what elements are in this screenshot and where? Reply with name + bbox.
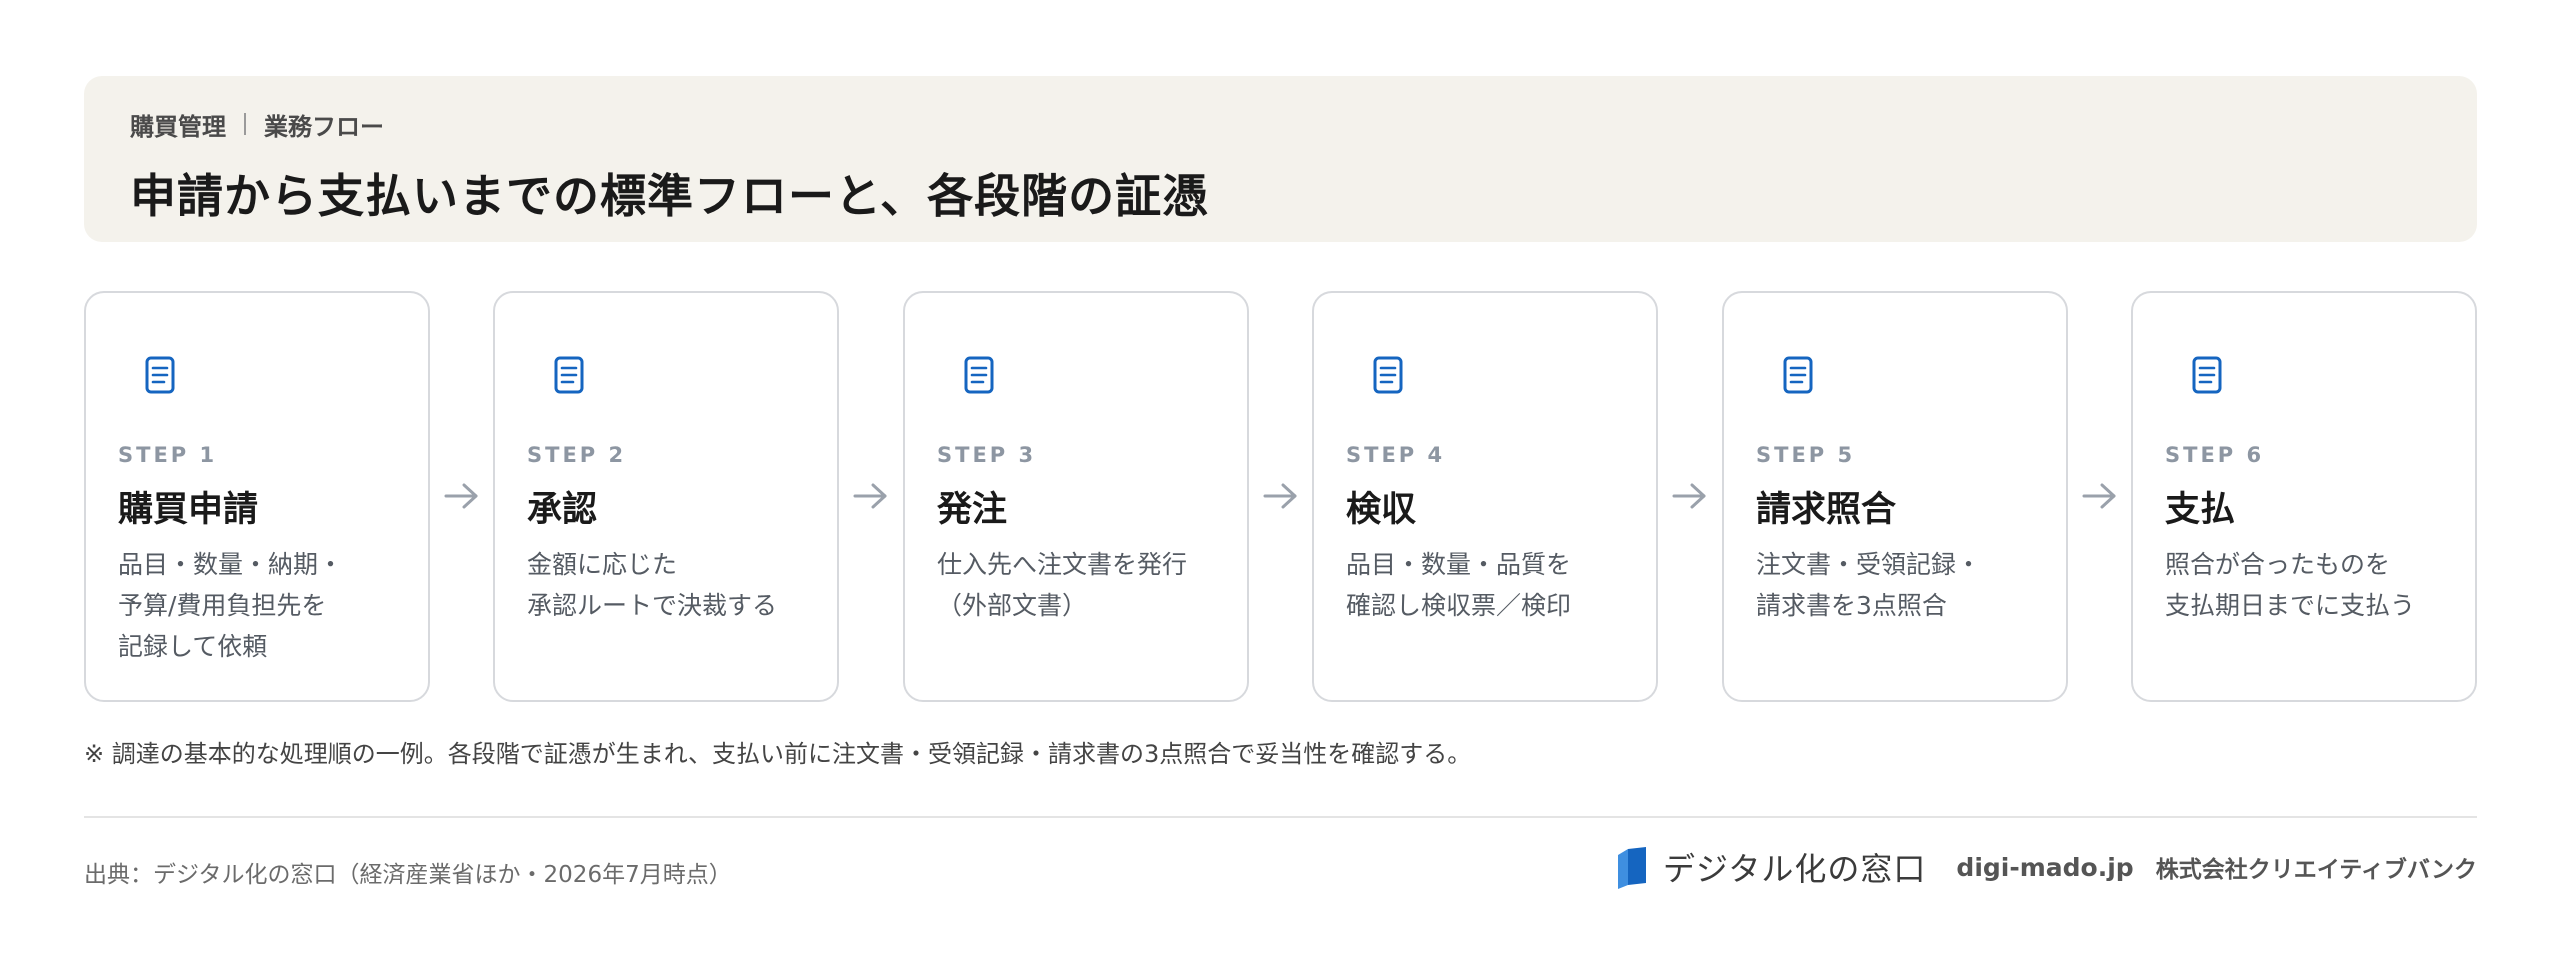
breadcrumb-item: 業務フロー bbox=[264, 112, 384, 141]
step-description: 注文書・受領記録・ 請求書を3点照合 bbox=[1756, 544, 2046, 626]
page-title: 申請から支払いまでの標準フローと、各段階の証憑 bbox=[130, 169, 1210, 223]
step-description-line: 品目・数量・品質を bbox=[1346, 550, 1572, 579]
step-card: STEP 6 支払照合が合ったものを 支払期日までに支払う bbox=[2131, 291, 2477, 702]
step-name: 検収 bbox=[1346, 490, 1417, 530]
page: 購買管理 業務フロー 申請から支払いまでの標準フローと、各段階の証憑 STEP … bbox=[0, 0, 2560, 972]
arrow-right-icon bbox=[1672, 483, 1706, 509]
step-description-line: 照合が合ったものを bbox=[2165, 550, 2391, 579]
step-description-line: （外部文書） bbox=[937, 591, 1088, 620]
arrow-right-icon bbox=[1263, 483, 1297, 509]
step-description-line: 注文書・受領記録・ bbox=[1756, 550, 1982, 579]
document-icon bbox=[1373, 356, 1403, 394]
step-description-line: 確認し検収票／検印 bbox=[1346, 591, 1572, 620]
step-number: STEP 1 bbox=[118, 443, 218, 467]
step-description-line: 承認ルートで決裁する bbox=[527, 591, 778, 620]
breadcrumb-separator bbox=[244, 113, 246, 135]
document-icon bbox=[145, 356, 175, 394]
step-name: 請求照合 bbox=[1756, 490, 1897, 530]
step-number: STEP 2 bbox=[527, 443, 627, 467]
step-description: 品目・数量・納期・ 予算/費用負担先を 記録して依頼 bbox=[118, 544, 408, 667]
breadcrumb: 購買管理 業務フロー bbox=[130, 106, 2431, 142]
footnote: ※ 調達の基本的な処理順の一例。各段階で証憑が生まれ、支払い前に注文書・受領記録… bbox=[84, 740, 1472, 768]
step-card: STEP 5 請求照合注文書・受領記録・ 請求書を3点照合 bbox=[1722, 291, 2068, 702]
step-description: 品目・数量・品質を 確認し検収票／検印 bbox=[1346, 544, 1636, 626]
step-description-line: 仕入先へ注文書を発行 bbox=[937, 550, 1188, 579]
document-icon bbox=[2192, 356, 2222, 394]
step-card: STEP 3 発注仕入先へ注文書を発行 （外部文書） bbox=[903, 291, 1249, 702]
arrow-right-icon bbox=[853, 483, 887, 509]
site-domain: digi-mado.jp bbox=[1956, 852, 2134, 882]
company-name: 株式会社クリエイティブバンク bbox=[2155, 857, 2477, 883]
step-description-line: 品目・数量・納期・ bbox=[118, 550, 344, 579]
step-description-line: 予算/費用負担先を bbox=[118, 591, 327, 620]
document-icon bbox=[1783, 356, 1813, 394]
step-description: 金額に応じた承認ルートで決裁する bbox=[527, 544, 817, 626]
brand-logo-icon bbox=[1618, 847, 1647, 889]
step-card: STEP 1 購買申請品目・数量・納期・ 予算/費用負担先を 記録して依頼 bbox=[84, 291, 430, 702]
step-card: STEP 2 承認金額に応じた承認ルートで決裁する bbox=[493, 291, 839, 702]
step-number: STEP 6 bbox=[2165, 443, 2265, 467]
step-name: 支払 bbox=[2165, 490, 2236, 530]
step-name: 購買申請 bbox=[118, 490, 259, 530]
step-name: 発注 bbox=[937, 490, 1008, 530]
flow-diagram: STEP 1 購買申請品目・数量・納期・ 予算/費用負担先を 記録して依頼 STEP 2… bbox=[84, 291, 2477, 702]
step-description-line: 請求書を3点照合 bbox=[1756, 591, 1947, 620]
document-icon bbox=[964, 356, 994, 394]
breadcrumb-item: 購買管理 bbox=[130, 112, 226, 141]
step-description: 照合が合ったものを 支払期日までに支払う bbox=[2165, 544, 2455, 626]
step-number: STEP 3 bbox=[937, 443, 1037, 467]
divider bbox=[84, 816, 2477, 818]
step-description: 仕入先へ注文書を発行 （外部文書） bbox=[937, 544, 1227, 626]
header-panel: 購買管理 業務フロー 申請から支払いまでの標準フローと、各段階の証憑 bbox=[84, 76, 2477, 242]
document-icon bbox=[554, 356, 584, 394]
source-text: 出典：デジタル化の窓口（経済産業省ほか・2026年7月時点） bbox=[84, 862, 732, 888]
arrow-right-icon bbox=[444, 483, 478, 509]
step-number: STEP 5 bbox=[1756, 443, 1856, 467]
step-name: 承認 bbox=[527, 490, 598, 530]
step-card: STEP 4 検収品目・数量・品質を 確認し検収票／検印 bbox=[1312, 291, 1658, 702]
step-description-line: 金額に応じた bbox=[527, 550, 678, 579]
step-description-line: 記録して依頼 bbox=[118, 632, 268, 661]
step-description-line: 支払期日までに支払う bbox=[2165, 591, 2416, 620]
footer-branding: デジタル化の窓口 digi-mado.jp 株式会社クリエイティブバンク bbox=[1615, 845, 2477, 889]
step-number: STEP 4 bbox=[1346, 443, 1446, 467]
arrow-right-icon bbox=[2082, 483, 2116, 509]
brand-logo-text: デジタル化の窓口 bbox=[1663, 850, 1927, 888]
